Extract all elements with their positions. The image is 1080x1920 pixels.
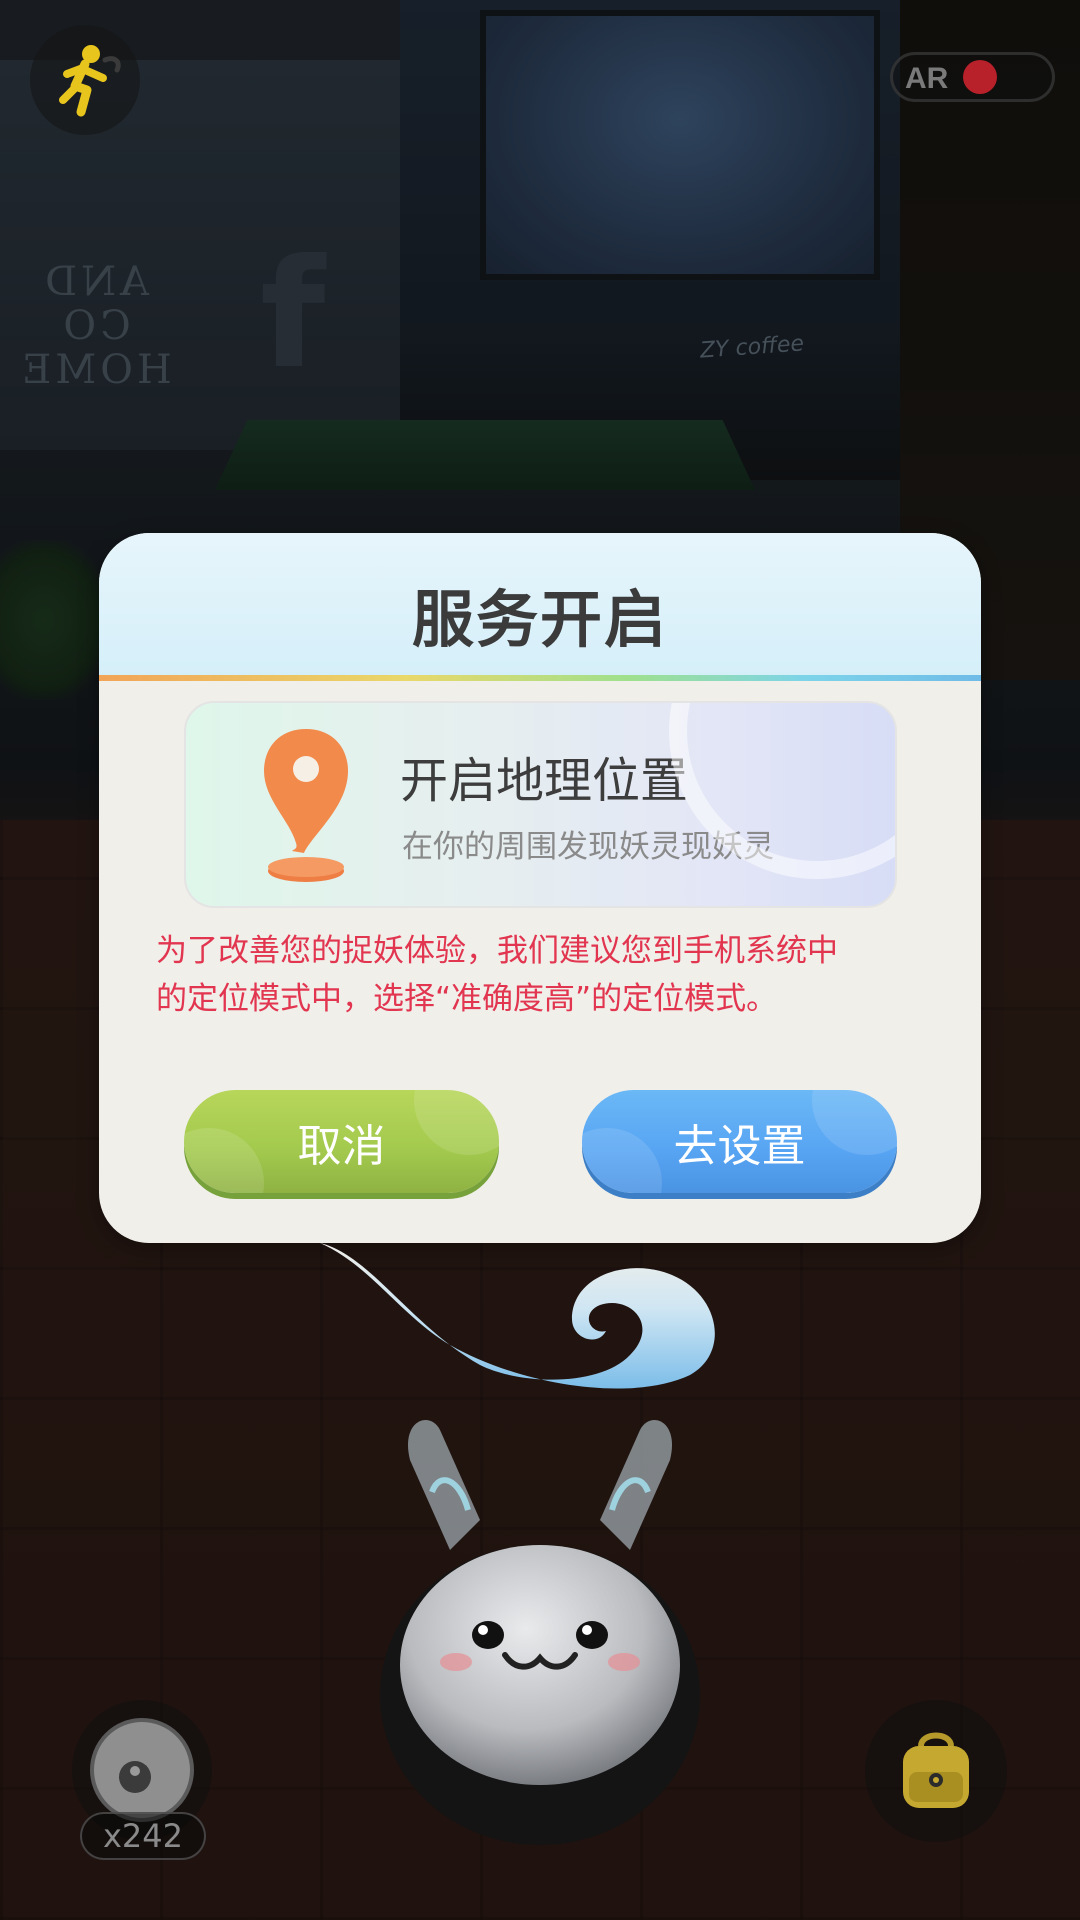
dialog-title: 服务开启: [411, 583, 668, 656]
running-man-icon: [59, 45, 121, 117]
settings-button-label: 去设置: [673, 1120, 806, 1172]
spirit-ball-count: x242: [80, 1812, 206, 1860]
yin-yang-ball-icon: [90, 1718, 194, 1822]
ar-toggle-label: AR: [905, 62, 949, 95]
game-scene: AND CO HOME f ZY coffee AR 服务开启 开启地理位置 在…: [0, 0, 1080, 1920]
run-mode-button[interactable]: [30, 25, 140, 135]
backpack-button[interactable]: [865, 1700, 1007, 1842]
cancel-button[interactable]: 取消: [184, 1090, 499, 1193]
card-subtitle: 在你的周围发现妖灵现妖灵: [402, 829, 774, 865]
notice-line-1: 为了改善您的捉妖体验，我们建议您到手机系统中: [156, 933, 838, 969]
ghost-creature: [380, 1420, 700, 1845]
location-service-dialog: 服务开启 开启地理位置 在你的周围发现妖灵现妖灵 为了改善您的捉妖体验，我们建议…: [99, 533, 981, 1243]
card-title: 开启地理位置: [400, 753, 689, 809]
location-pin-icon: [264, 729, 348, 882]
notice-line-2: 的定位模式中，选择“准确度高”的定位模式。: [156, 981, 778, 1017]
cancel-button-label: 取消: [297, 1120, 386, 1172]
location-permission-card: 开启地理位置 在你的周围发现妖灵现妖灵: [184, 701, 897, 908]
backpack-icon: [903, 1732, 969, 1808]
go-to-settings-button[interactable]: 去设置: [582, 1090, 897, 1193]
ar-toggle[interactable]: AR: [890, 52, 1055, 102]
ar-toggle-knob: [963, 60, 997, 94]
location-notice-text: 为了改善您的捉妖体验，我们建议您到手机系统中 的定位模式中，选择“准确度高”的定…: [156, 927, 946, 1023]
header-rainbow-divider: [99, 675, 981, 681]
dialog-header: 服务开启: [99, 533, 981, 675]
dialog-tail: [320, 1235, 760, 1389]
